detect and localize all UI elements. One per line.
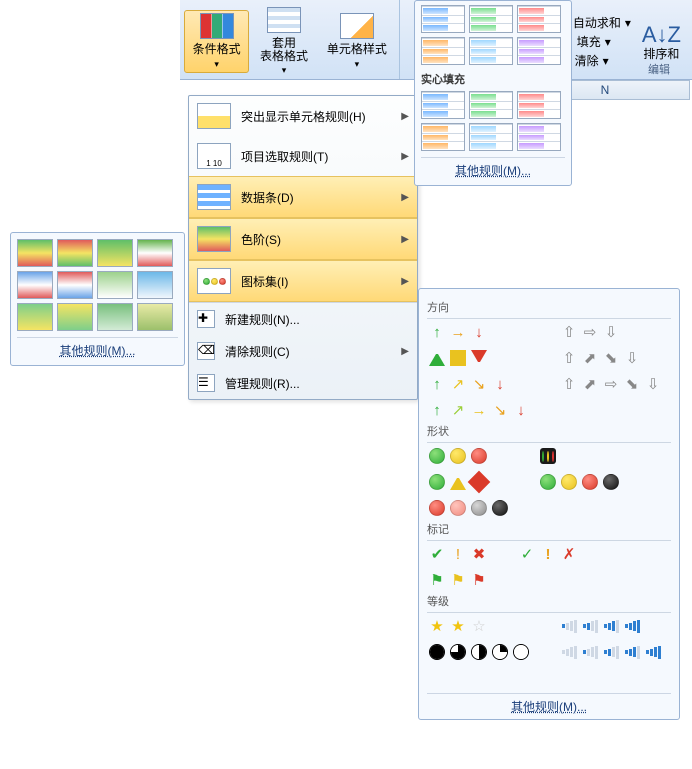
iconset-3symbols-circled[interactable]: ✔!✖ — [427, 545, 489, 563]
iconset-more-rules[interactable]: 其他规则(M)... — [511, 700, 587, 714]
colorscale-7[interactable] — [97, 271, 133, 299]
databar-more-rules[interactable]: 其他规则(M)... — [455, 164, 531, 178]
solid-fill-grid — [421, 91, 565, 151]
databar-gradient-purple[interactable] — [517, 37, 561, 65]
highlight-rules-icon — [197, 103, 231, 129]
iconset-3arrows-gray[interactable]: ⇧⇨⇩ — [559, 323, 663, 341]
iconset-4circles[interactable] — [538, 473, 621, 491]
editing-group: Σ 自动求和 ▾ ▤ 填充 ▾ ◇ 清除 ▾ A↓Z 排序和 编辑 — [555, 0, 692, 79]
iconset-3trafficlights-rimmed[interactable] — [538, 447, 621, 465]
iconset-4ratings-bars[interactable] — [559, 617, 663, 635]
cell-styles-button[interactable]: 单元格样式 ▾ — [319, 10, 396, 72]
format-table-button[interactable]: 套用 表格格式 ▾ — [251, 4, 316, 80]
iconset-5arrows-colored[interactable]: ↑↗→↘↓ — [427, 401, 531, 419]
iconset-4arrows-gray[interactable]: ⇧⬈⬊⇩ — [559, 349, 663, 367]
color-scales-gallery: 其他规则(M)... — [10, 232, 185, 366]
databar-solid-blue[interactable] — [421, 91, 465, 119]
iconset-5boxes[interactable] — [427, 669, 531, 687]
iconset-3symbols[interactable]: ✓!✗ — [517, 545, 579, 563]
iconset-3stars[interactable]: ★★☆ — [427, 617, 531, 635]
conditional-formatting-icon — [200, 13, 234, 39]
color-scales-icon — [197, 226, 231, 252]
new-rule-icon: ✚ — [197, 310, 215, 328]
sort-icon: A↓Z — [642, 22, 681, 48]
top-bottom-icon: 1 10 — [197, 143, 231, 169]
menu-manage-rules[interactable]: ☰ 管理规则(R)... — [189, 367, 417, 399]
icon-sets-gallery: 方向 ↑→↓ ↑↗↘↓ ↑↗→↘↓ ⇧⇨⇩ ⇧⬈⬊⇩ ⇧⬈⇨⬊⇩ 形状 标记 ✔… — [418, 288, 680, 720]
iconset-3flags[interactable]: ⚑⚑⚑ — [427, 571, 489, 589]
conditional-formatting-button[interactable]: 条件格式 ▾ — [184, 10, 249, 72]
databar-solid-orange[interactable] — [421, 123, 465, 151]
cell-styles-label: 单元格样式 — [327, 42, 387, 56]
colorscale-more-rules[interactable]: 其他规则(M)... — [60, 344, 136, 358]
colorscale-3[interactable] — [97, 239, 133, 267]
conditional-formatting-menu: 突出显示单元格规则(H)▶ 1 10 项目选取规则(T)▶ 数据条(D)▶ 色阶… — [188, 95, 418, 400]
cell-styles-icon — [340, 13, 374, 39]
iconset-4trafficlights[interactable] — [427, 499, 510, 517]
databar-solid-purple[interactable] — [517, 123, 561, 151]
databar-solid-red[interactable] — [517, 91, 561, 119]
clear-rules-icon: ⌫ — [197, 342, 215, 360]
colorscale-11[interactable] — [97, 303, 133, 331]
format-table-label: 套用 表格格式 — [260, 36, 308, 63]
iconset-4arrows-colored[interactable]: ↑↗↘↓ — [427, 375, 531, 393]
conditional-formatting-label: 条件格式 — [193, 42, 241, 56]
manage-rules-icon: ☰ — [197, 374, 215, 392]
icon-sets-icon — [197, 268, 231, 294]
colorscale-6[interactable] — [57, 271, 93, 299]
iconset-5quarters[interactable] — [427, 643, 531, 661]
iconset-ratings-header: 等级 — [427, 593, 671, 613]
sort-filter-button[interactable]: A↓Z 排序和 — [635, 19, 688, 64]
databar-solid-lightblue[interactable] — [469, 123, 513, 151]
editing-group-label: 编辑 — [648, 61, 670, 77]
menu-clear-rules[interactable]: ⌫ 清除规则(C)▶ — [189, 335, 417, 367]
databar-gradient-red[interactable] — [517, 5, 561, 33]
databar-gradient-orange[interactable] — [421, 37, 465, 65]
iconset-3triangles[interactable] — [427, 349, 531, 367]
styles-group: 条件格式 ▾ 套用 表格格式 ▾ 单元格样式 ▾ — [180, 0, 400, 79]
iconset-5ratings-bars[interactable] — [559, 643, 663, 661]
colorscale-8[interactable] — [137, 271, 173, 299]
menu-data-bars[interactable]: 数据条(D)▶ — [189, 176, 417, 218]
colorscale-10[interactable] — [57, 303, 93, 331]
colorscale-5[interactable] — [17, 271, 53, 299]
menu-top-bottom-rules[interactable]: 1 10 项目选取规则(T)▶ — [189, 136, 417, 176]
colorscale-12[interactable] — [137, 303, 173, 331]
iconset-5arrows-gray[interactable]: ⇧⬈⇨⬊⇩ — [559, 375, 663, 393]
databar-solid-green[interactable] — [469, 91, 513, 119]
iconset-3arrows-colored[interactable]: ↑→↓ — [427, 323, 531, 341]
iconset-shapes-header: 形状 — [427, 423, 671, 443]
iconset-3trafficlights[interactable] — [427, 447, 510, 465]
data-bars-gallery: 实心填充 其他规则(M)... — [414, 0, 572, 186]
colorscale-4[interactable] — [137, 239, 173, 267]
format-table-icon — [267, 7, 301, 33]
data-bars-icon — [197, 184, 231, 210]
menu-highlight-rules[interactable]: 突出显示单元格规则(H)▶ — [189, 96, 417, 136]
menu-new-rule[interactable]: ✚ 新建规则(N)... — [189, 302, 417, 335]
iconset-direction-header: 方向 — [427, 299, 671, 319]
iconset-indicators-header: 标记 — [427, 521, 671, 541]
databar-gradient-blue[interactable] — [421, 5, 465, 33]
solid-fill-header: 实心填充 — [421, 71, 565, 87]
colorscale-9[interactable] — [17, 303, 53, 331]
gradient-fill-grid — [421, 5, 565, 65]
iconset-3signs[interactable] — [427, 473, 510, 491]
colorscale-2[interactable] — [57, 239, 93, 267]
databar-gradient-green[interactable] — [469, 5, 513, 33]
menu-icon-sets[interactable]: 图标集(I)▶ — [189, 260, 417, 302]
menu-color-scales[interactable]: 色阶(S)▶ — [189, 218, 417, 260]
colorscale-1[interactable] — [17, 239, 53, 267]
databar-gradient-lightblue[interactable] — [469, 37, 513, 65]
